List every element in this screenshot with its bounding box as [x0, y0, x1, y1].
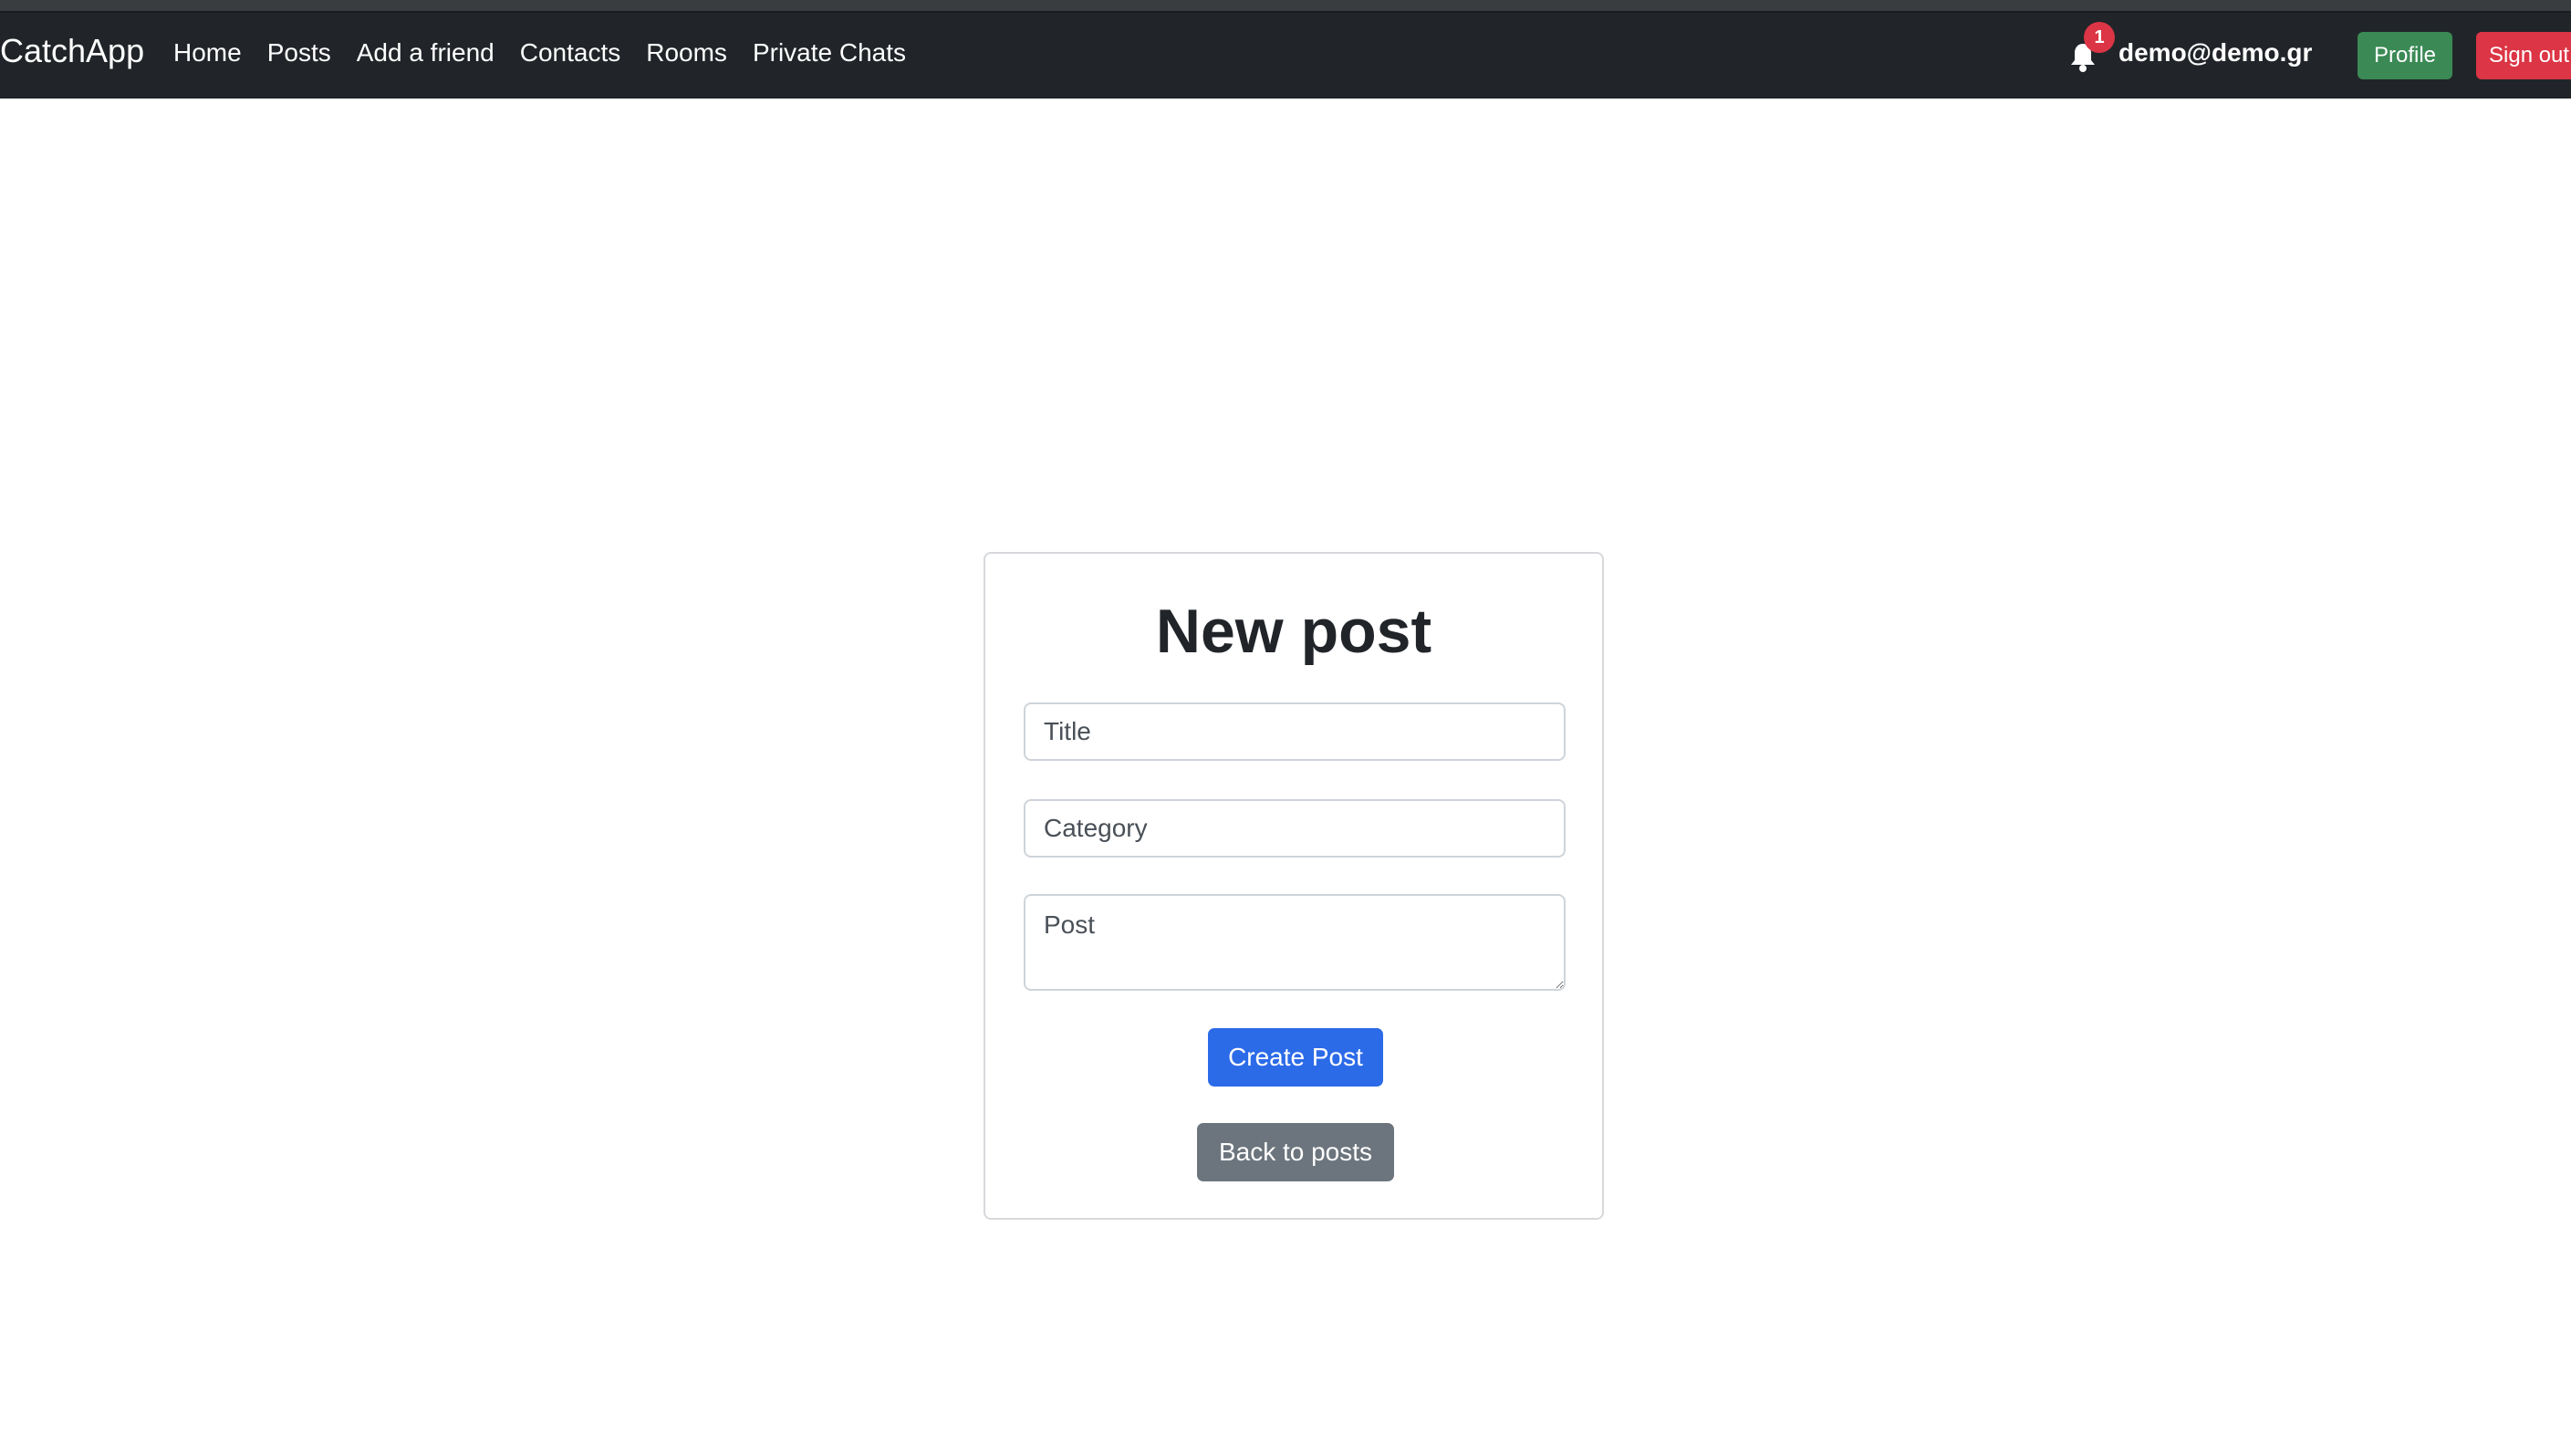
- brand-logo[interactable]: CatchApp: [0, 35, 144, 68]
- back-to-posts-button[interactable]: Back to posts: [1197, 1123, 1394, 1181]
- nav-links: Home Posts Add a friend Contacts Rooms P…: [173, 40, 932, 66]
- user-email: demo@demo.gr: [2118, 38, 2313, 67]
- window-top-strip: [0, 0, 2571, 13]
- profile-button[interactable]: Profile: [2358, 32, 2452, 79]
- nav-link-posts[interactable]: Posts: [267, 40, 331, 66]
- nav-link-rooms[interactable]: Rooms: [646, 40, 727, 66]
- page-title: New post: [1155, 597, 1432, 666]
- notification-count-badge: 1: [2084, 22, 2115, 53]
- create-post-button[interactable]: Create Post: [1208, 1028, 1383, 1087]
- nav-link-add-friend[interactable]: Add a friend: [357, 40, 494, 66]
- nav-link-home[interactable]: Home: [173, 40, 242, 66]
- title-input[interactable]: [1024, 702, 1566, 761]
- post-textarea[interactable]: [1024, 894, 1566, 991]
- sign-out-button[interactable]: Sign out: [2476, 32, 2571, 79]
- new-post-card: New post Create Post Back to posts: [984, 552, 1604, 1220]
- nav-link-contacts[interactable]: Contacts: [520, 40, 621, 66]
- nav-link-private-chats[interactable]: Private Chats: [753, 40, 906, 66]
- category-input[interactable]: [1024, 799, 1566, 858]
- navbar: CatchApp Home Posts Add a friend Contact…: [0, 13, 2571, 99]
